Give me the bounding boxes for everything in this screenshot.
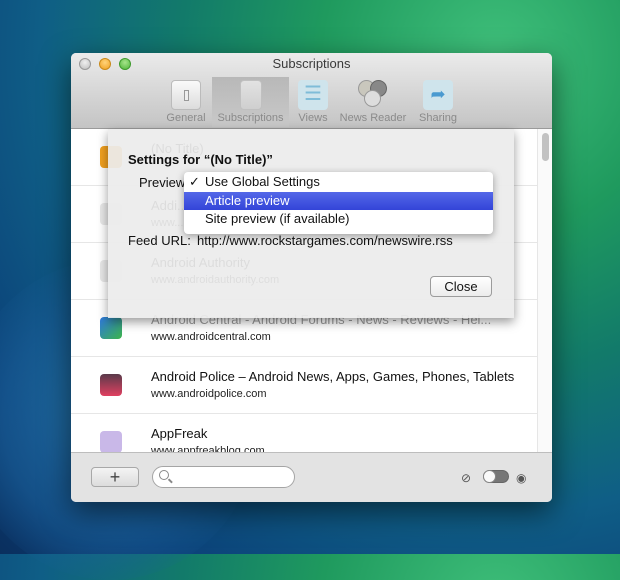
tab-views[interactable]: ☰ Views [293,77,333,127]
feed-favicon [100,317,122,339]
sheet-title: Settings for “(No Title)” [128,152,273,167]
preview-label: Preview [139,175,186,190]
preferences-window: Subscriptions General Subscriptions ☰ Vi… [71,53,552,502]
tab-label: Sharing [419,112,457,124]
scrollbar-thumb[interactable] [542,133,549,161]
tab-label: General [166,112,206,124]
list-item[interactable]: AppFreak www.appfreakblog.com [71,414,537,452]
list-icon: ☰ [298,80,328,110]
titlebar: Subscriptions General Subscriptions ☰ Vi… [71,53,552,129]
feed-url-value: http://www.rockstargames.com/newswire.rs… [197,233,453,248]
close-button[interactable]: Close [430,276,492,297]
tab-general[interactable]: General [163,77,209,127]
document-list-icon [239,80,262,110]
menu-item-article-preview[interactable]: Article preview [184,192,493,210]
menu-item-use-global-settings[interactable]: ✓ Use Global Settings [184,173,493,191]
tab-label: News Reader [339,112,407,124]
share-icon: ➦ [423,80,453,110]
switch-icon [171,80,201,110]
list-item[interactable]: Android Police – Android News, Apps, Gam… [71,357,537,414]
search-field[interactable] [152,466,295,488]
list-scrollbar[interactable] [537,129,552,452]
tab-label: Subscriptions [217,112,284,124]
circles-icon [358,80,388,110]
search-input[interactable] [175,469,287,485]
add-subscription-button[interactable]: + [91,467,139,487]
window-title: Subscriptions [272,56,351,71]
toggle-knob [483,470,496,483]
tab-subscriptions[interactable]: Subscriptions [212,77,289,127]
feed-favicon [100,374,122,396]
tab-sharing[interactable]: ➦ Sharing [415,77,461,127]
feed-favicon [100,431,122,452]
tab-label: Views [298,112,328,124]
tab-news-reader[interactable]: News Reader [337,77,409,127]
eye-icon: ◉ [516,471,527,485]
search-icon [159,470,169,480]
preview-dropdown-menu: ✓ Use Global Settings Article preview Si… [184,172,493,234]
menu-item-site-preview[interactable]: Site preview (if available) [184,210,493,228]
show-hidden-toggle[interactable] [483,470,509,483]
feed-url-label: Feed URL: [128,233,191,248]
eye-slash-icon: ⊘ [461,471,472,485]
checkmark-icon: ✓ [189,174,200,189]
footer-bar: + ⊘ ◉ [71,452,552,502]
feed-settings-sheet: Settings for “(No Title)” Preview ✓ Use … [108,129,514,318]
